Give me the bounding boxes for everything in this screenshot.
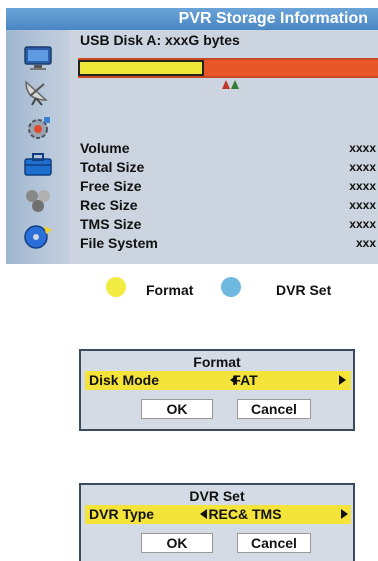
selector-label: Disk Mode	[89, 372, 160, 388]
arrow-left-icon[interactable]	[200, 509, 207, 519]
blue-key-icon	[221, 277, 241, 297]
info-row-tms-size: TMS Size xxxx	[80, 216, 376, 234]
info-value: xxxx	[349, 141, 376, 155]
format-dialog: Format Disk Mode FAT OK Cancel	[79, 349, 355, 431]
selector-value: REC& TMS	[208, 506, 282, 522]
info-label: Free Size	[80, 178, 142, 194]
usb-disk-label: USB Disk A: xxxG bytes	[80, 32, 240, 48]
selector-value: FAT	[232, 372, 258, 388]
info-value: xxxx	[349, 198, 376, 212]
title-bar: PVR Storage Information	[6, 8, 378, 30]
monitor-icon[interactable]	[22, 44, 54, 72]
info-row-file-system: File System xxx	[80, 235, 376, 253]
info-label: Rec Size	[80, 197, 138, 213]
cancel-button[interactable]: Cancel	[237, 533, 311, 553]
info-label: File System	[80, 235, 158, 251]
info-label: Volume	[80, 140, 130, 156]
cancel-button[interactable]: Cancel	[237, 399, 311, 419]
arrow-right-icon[interactable]	[339, 375, 346, 385]
games-icon[interactable]	[22, 186, 54, 214]
info-row-total-size: Total Size xxxx	[80, 159, 376, 177]
dialog-title: DVR Set	[189, 488, 245, 504]
info-value: xxxx	[349, 179, 376, 193]
settings-gear-icon[interactable]	[22, 114, 54, 142]
toolbox-icon[interactable]	[22, 150, 54, 178]
info-value: xxxx	[349, 160, 376, 174]
rec-marker-icon	[222, 80, 230, 89]
info-value: xxx	[355, 236, 376, 250]
storage-usage-bar	[78, 58, 378, 78]
used-space-fill	[78, 60, 204, 76]
ok-button[interactable]: OK	[141, 533, 213, 553]
info-value: xxxx	[349, 217, 376, 231]
info-row-volume: Volume xxxx	[80, 140, 376, 158]
ok-button[interactable]: OK	[141, 399, 213, 419]
info-label: TMS Size	[80, 216, 142, 232]
media-disc-icon[interactable]	[22, 222, 54, 250]
screen-title: PVR Storage Information	[178, 10, 368, 27]
arrow-right-icon[interactable]	[341, 509, 348, 519]
sidebar-menu	[6, 30, 70, 264]
pvr-storage-screen: PVR Storage Information USB Disk A: xxxG…	[6, 8, 378, 264]
satellite-dish-icon[interactable]	[22, 78, 54, 106]
dvr-type-selector[interactable]: DVR Type REC& TMS	[85, 505, 351, 524]
dvr-set-dialog: DVR Set DVR Type REC& TMS OK Cancel	[79, 483, 355, 561]
tms-marker-icon	[231, 80, 239, 89]
info-row-rec-size: Rec Size xxxx	[80, 197, 376, 215]
selector-label: DVR Type	[89, 506, 155, 522]
info-label: Total Size	[80, 159, 145, 175]
info-row-free-size: Free Size xxxx	[80, 178, 376, 196]
format-key-label[interactable]: Format	[146, 282, 193, 298]
yellow-key-icon	[106, 277, 126, 297]
disk-mode-selector[interactable]: Disk Mode FAT	[85, 371, 351, 390]
dvr-set-key-label[interactable]: DVR Set	[276, 282, 331, 298]
dialog-title: Format	[193, 354, 241, 370]
